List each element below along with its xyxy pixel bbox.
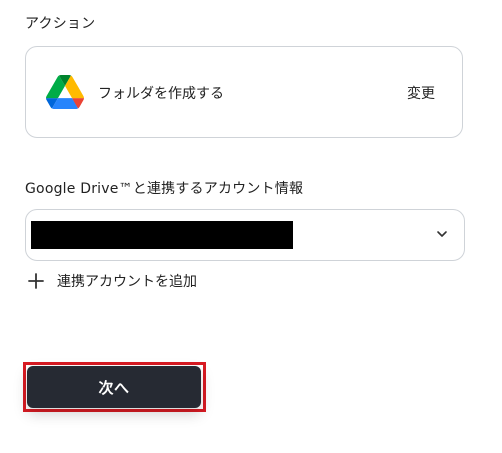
- google-drive-icon: [46, 75, 84, 109]
- chevron-down-icon: [437, 231, 447, 237]
- account-select-dropdown[interactable]: [25, 209, 465, 261]
- redacted-account-value: [31, 221, 293, 249]
- action-settings-page: アクション フォルダを作成する 変更 Google Drive™と連携するアカウ…: [0, 0, 502, 453]
- add-account-label: 連携アカウントを追加: [57, 274, 197, 290]
- action-name: フォルダを作成する: [98, 86, 224, 102]
- plus-icon: [28, 273, 44, 289]
- action-card: フォルダを作成する 変更: [25, 46, 463, 138]
- add-account-button[interactable]: 連携アカウントを追加: [28, 270, 197, 292]
- action-section-label: アクション: [25, 16, 96, 32]
- account-section-label: Google Drive™と連携するアカウント情報: [25, 181, 304, 197]
- change-action-link[interactable]: 変更: [407, 83, 435, 103]
- next-button[interactable]: 次へ: [27, 366, 201, 408]
